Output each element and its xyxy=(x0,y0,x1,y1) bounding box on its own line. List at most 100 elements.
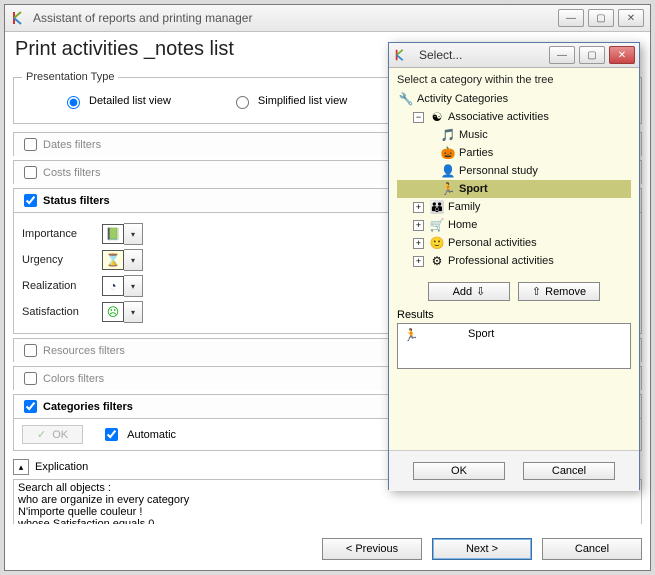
tree-associative[interactable]: − ☯ Associative activities xyxy=(397,108,631,126)
satisfaction-dropdown[interactable]: ▾ xyxy=(124,301,143,323)
dialog-ok-button[interactable]: OK xyxy=(413,462,505,480)
maximize-button[interactable]: ▢ xyxy=(588,9,614,27)
tree-sport[interactable]: 🏃 Sport xyxy=(397,180,631,198)
importance-label: Importance xyxy=(22,228,102,240)
colors-filter-label: Colors filters xyxy=(43,373,104,385)
results-box[interactable]: 🏃 Sport xyxy=(397,323,631,369)
realization-icon[interactable]: ◔ xyxy=(102,276,124,296)
check-icon: ✓ xyxy=(37,428,46,441)
radio-detailed[interactable]: Detailed list view xyxy=(62,93,171,109)
professional-icon: ⚙ xyxy=(430,254,444,268)
window-buttons: — ▢ ✕ xyxy=(558,9,644,27)
tree-music[interactable]: 🎵 Music xyxy=(397,126,631,144)
dates-filter-checkbox[interactable] xyxy=(24,138,37,151)
tree-root[interactable]: 🔧 Activity Categories xyxy=(397,90,631,108)
tree-associative-label: Associative activities xyxy=(448,111,549,123)
dialog-add-remove: Add ⇩ ⇧ Remove xyxy=(397,282,631,301)
dialog-body: Select a category within the tree 🔧 Acti… xyxy=(389,68,639,450)
select-dialog: Select... — ▢ ✕ Select a category within… xyxy=(388,42,640,490)
tree-study-label: Personnal study xyxy=(459,165,538,177)
dialog-close-button[interactable]: ✕ xyxy=(609,46,635,64)
tree-parties[interactable]: 🎃 Parties xyxy=(397,144,631,162)
result-value: Sport xyxy=(468,328,494,340)
collapse-icon[interactable]: − xyxy=(413,112,424,123)
dialog-window-buttons: — ▢ ✕ xyxy=(549,46,635,64)
down-arrow-icon: ⇩ xyxy=(476,285,485,298)
tree-family[interactable]: + 👪 Family xyxy=(397,198,631,216)
radio-detailed-input[interactable] xyxy=(67,96,80,109)
colors-filter-checkbox[interactable] xyxy=(24,372,37,385)
add-button[interactable]: Add ⇩ xyxy=(428,282,510,301)
tree-parties-label: Parties xyxy=(459,147,493,159)
tree-root-label: Activity Categories xyxy=(417,93,508,105)
app-icon xyxy=(11,10,27,26)
remove-label: Remove xyxy=(545,286,586,298)
automatic-checkbox[interactable] xyxy=(105,428,118,441)
parties-icon: 🎃 xyxy=(441,146,455,160)
costs-filter-label: Costs filters xyxy=(43,167,100,179)
costs-filter-checkbox[interactable] xyxy=(24,166,37,179)
tree-family-label: Family xyxy=(448,201,480,213)
status-filter-checkbox[interactable] xyxy=(24,194,37,207)
radio-simplified-input[interactable] xyxy=(236,96,249,109)
categories-filter-checkbox[interactable] xyxy=(24,400,37,413)
explication-toggle[interactable]: ▴ xyxy=(13,459,29,475)
results-label: Results xyxy=(397,309,631,321)
radio-detailed-label: Detailed list view xyxy=(89,95,171,107)
dialog-titlebar: Select... — ▢ ✕ xyxy=(389,43,639,68)
minimize-button[interactable]: — xyxy=(558,9,584,27)
urgency-label: Urgency xyxy=(22,254,102,266)
automatic-label: Automatic xyxy=(127,429,176,441)
result-sport-icon: 🏃 xyxy=(404,328,418,342)
close-button[interactable]: ✕ xyxy=(618,9,644,27)
tree-home-label: Home xyxy=(448,219,477,231)
study-icon: 👤 xyxy=(441,164,455,178)
tree-home[interactable]: + 🛒 Home xyxy=(397,216,631,234)
tree-personal[interactable]: + 🙂 Personal activities xyxy=(397,234,631,252)
resources-filter-label: Resources filters xyxy=(43,345,125,357)
categories-ok-button[interactable]: ✓ OK xyxy=(22,425,83,444)
dialog-instruction: Select a category within the tree xyxy=(397,74,631,86)
titlebar: Assistant of reports and printing manage… xyxy=(5,5,650,32)
dialog-minimize-button[interactable]: — xyxy=(549,46,575,64)
dialog-app-icon xyxy=(393,47,409,63)
music-icon: 🎵 xyxy=(441,128,455,142)
realization-dropdown[interactable]: ▾ xyxy=(124,275,143,297)
urgency-dropdown[interactable]: ▾ xyxy=(124,249,143,271)
expand-icon[interactable]: + xyxy=(413,238,424,249)
satisfaction-icon[interactable]: ☹ xyxy=(102,302,124,322)
tree-study[interactable]: 👤 Personnal study xyxy=(397,162,631,180)
automatic-row[interactable]: Automatic xyxy=(101,425,176,444)
radio-simplified[interactable]: Simplified list view xyxy=(231,93,347,109)
tree-professional[interactable]: + ⚙ Professional activities xyxy=(397,252,631,270)
radio-simplified-label: Simplified list view xyxy=(258,95,347,107)
next-button[interactable]: Next > xyxy=(432,538,532,560)
presentation-legend: Presentation Type xyxy=(22,71,118,83)
importance-icon[interactable]: 📗 xyxy=(102,224,124,244)
expand-icon[interactable]: + xyxy=(413,256,424,267)
remove-button[interactable]: ⇧ Remove xyxy=(518,282,600,301)
tree-personal-label: Personal activities xyxy=(448,237,537,249)
window-title: Assistant of reports and printing manage… xyxy=(33,11,558,25)
tree-professional-label: Professional activities xyxy=(448,255,554,267)
expand-icon[interactable]: + xyxy=(413,220,424,231)
expand-icon[interactable]: + xyxy=(413,202,424,213)
category-tree[interactable]: 🔧 Activity Categories − ☯ Associative ac… xyxy=(397,90,631,270)
status-filter-label: Status filters xyxy=(43,195,110,207)
yinyang-icon: ☯ xyxy=(430,110,444,124)
dialog-title: Select... xyxy=(415,48,549,62)
cancel-button[interactable]: Cancel xyxy=(542,538,642,560)
previous-button[interactable]: < Previous xyxy=(322,538,422,560)
family-icon: 👪 xyxy=(430,200,444,214)
explication-label: Explication xyxy=(35,461,88,473)
categories-filter-label: Categories filters xyxy=(43,401,133,413)
add-label: Add xyxy=(453,286,473,298)
importance-dropdown[interactable]: ▾ xyxy=(124,223,143,245)
dialog-cancel-button[interactable]: Cancel xyxy=(523,462,615,480)
home-icon: 🛒 xyxy=(430,218,444,232)
dates-filter-label: Dates filters xyxy=(43,139,101,151)
dialog-maximize-button[interactable]: ▢ xyxy=(579,46,605,64)
urgency-icon[interactable]: ⌛ xyxy=(102,250,124,270)
dialog-footer: OK Cancel xyxy=(389,450,639,491)
resources-filter-checkbox[interactable] xyxy=(24,344,37,357)
